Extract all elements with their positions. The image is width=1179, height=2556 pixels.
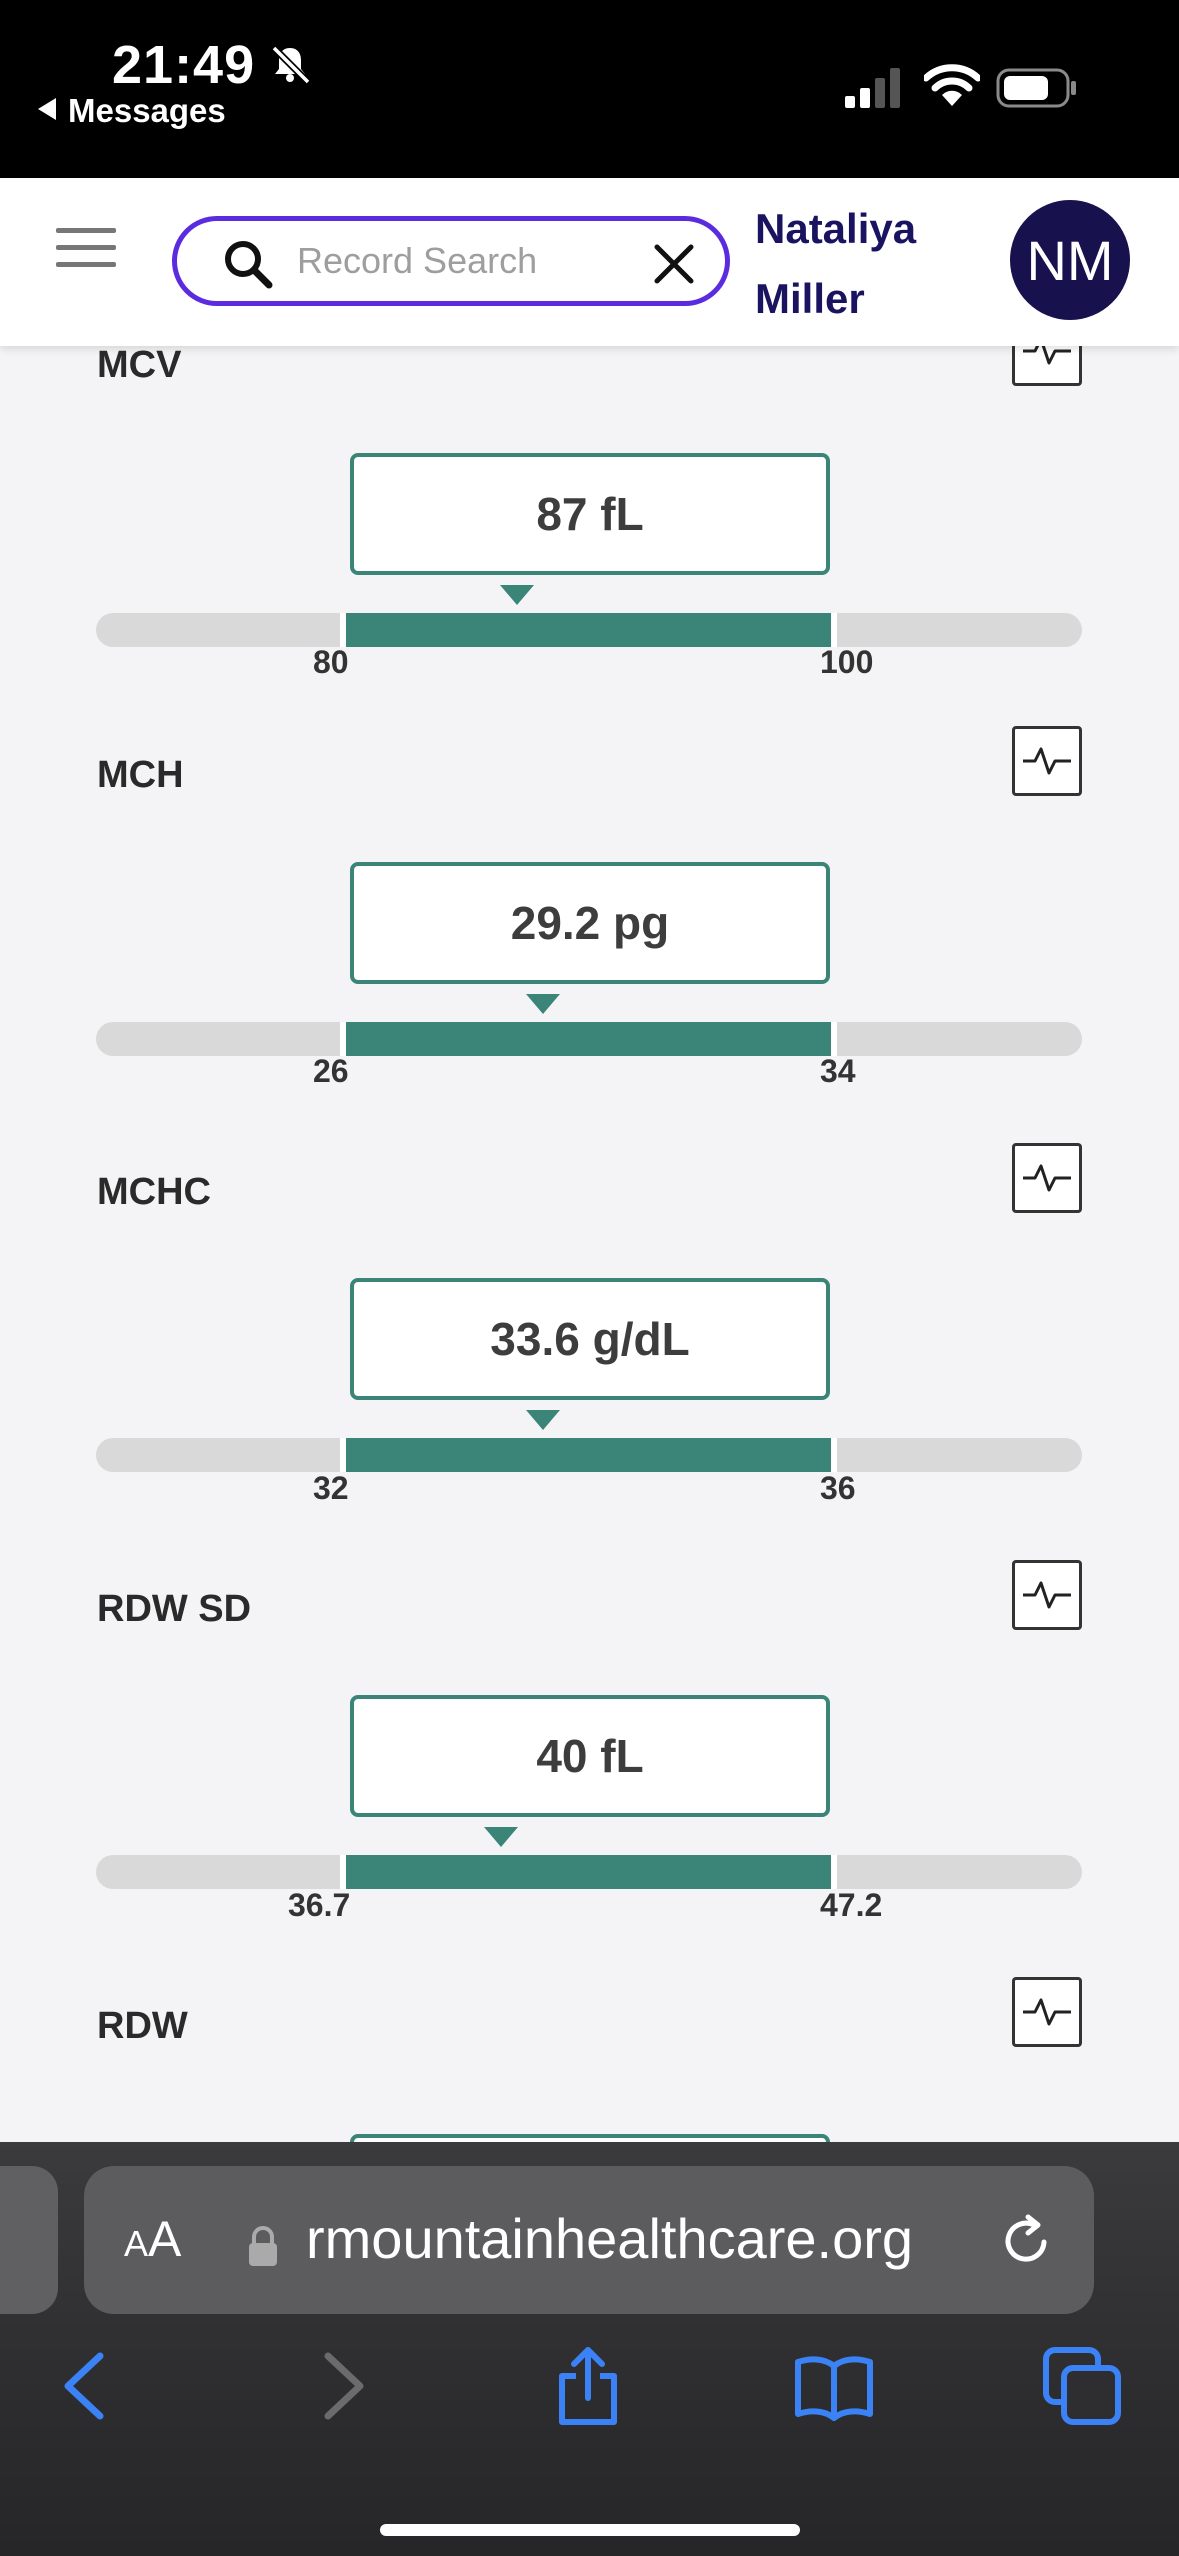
result-name: MCH [97,754,184,796]
home-indicator [380,2524,800,2536]
search-icon [225,241,273,289]
user-name[interactable]: Nataliya Miller [755,194,955,334]
wifi-icon [924,64,980,106]
value-marker [500,585,534,605]
result-name: MCV [97,346,182,386]
search-bar[interactable] [172,216,730,306]
range-high: 36 [820,1470,856,1506]
user-first-name: Nataliya [755,205,917,252]
list-item: MCH 29.2 pg 26 34 [0,726,1179,1180]
tabs-icon[interactable] [1040,2344,1124,2428]
trend-button[interactable] [1012,346,1082,386]
trend-chart-icon [1023,346,1071,365]
aa-small: A [124,2223,149,2264]
reader-options-button[interactable]: AA [124,2210,181,2268]
back-to-messages[interactable]: Messages [38,92,226,130]
trend-button[interactable] [1012,726,1082,796]
close-icon[interactable] [651,241,697,287]
range-high: 34 [820,1053,856,1089]
bell-slash-icon [271,45,311,85]
list-item: MCHC 33.6 g/dL 32 36 [0,1143,1179,1597]
share-icon[interactable] [546,2344,630,2428]
range-low: 36.7 [288,1887,351,1923]
search-input[interactable] [297,233,627,289]
trend-chart-icon [1023,747,1071,775]
result-name: RDW SD [97,1588,252,1630]
hamburger-menu-icon[interactable] [56,228,116,272]
lab-results-list[interactable]: MCV 87 fL 80 100 MCH 29.2 pg 26 34 MCHC … [0,346,1179,2142]
trend-chart-icon [1023,1581,1071,1609]
user-last-name: Miller [755,275,865,322]
trend-chart-icon [1023,1164,1071,1192]
lock-icon [249,2226,277,2266]
result-value [350,2134,830,2142]
value-marker [526,1410,560,1430]
result-value: 33.6 g/dL [350,1278,830,1400]
value-marker [526,994,560,1014]
range-low: 80 [313,644,349,680]
browser-toolbar: AA rmountainhealthcare.org [0,2142,1179,2556]
trend-button[interactable] [1012,1143,1082,1213]
list-item: RDW SD 40 fL 36.7 47.2 [0,1560,1179,2014]
range-high: 47.2 [820,1887,883,1923]
range-high: 100 [820,644,874,680]
address-bar[interactable]: AA rmountainhealthcare.org [84,2166,1094,2314]
reload-icon[interactable] [994,2208,1058,2272]
normal-range-bar [340,1438,837,1472]
result-name: RDW [97,2005,188,2047]
status-bar: 21:49 Messages [0,0,1179,178]
range-low: 26 [313,1053,349,1089]
result-value: 40 fL [350,1695,830,1817]
back-icon[interactable] [44,2344,128,2428]
list-item: RDW [0,1977,1179,2142]
previous-tab[interactable] [0,2166,58,2314]
forward-icon[interactable] [300,2344,384,2428]
value-marker [484,1827,518,1847]
url-text: rmountainhealthcare.org [306,2207,914,2270]
trend-button[interactable] [1012,1560,1082,1630]
result-value: 29.2 pg [350,862,830,984]
avatar[interactable]: NM [1010,200,1130,320]
aa-big: A [148,2211,182,2267]
normal-range-bar [340,1855,837,1889]
list-item: MCV 87 fL 80 100 [0,346,1179,755]
back-label: Messages [68,92,226,129]
app-header: Nataliya Miller NM [0,178,1179,346]
battery-icon [996,68,1076,108]
status-time: 21:49 [112,35,256,95]
result-value: 87 fL [350,453,830,575]
trend-chart-icon [1023,1998,1071,2026]
trend-button[interactable] [1012,1977,1082,2047]
range-low: 32 [313,1470,349,1506]
result-name: MCHC [97,1171,211,1213]
bookmarks-icon[interactable] [792,2344,876,2428]
normal-range-bar [340,1022,837,1056]
normal-range-bar [340,613,837,647]
back-arrow-icon [38,98,56,120]
cellular-signal-icon [845,68,900,108]
